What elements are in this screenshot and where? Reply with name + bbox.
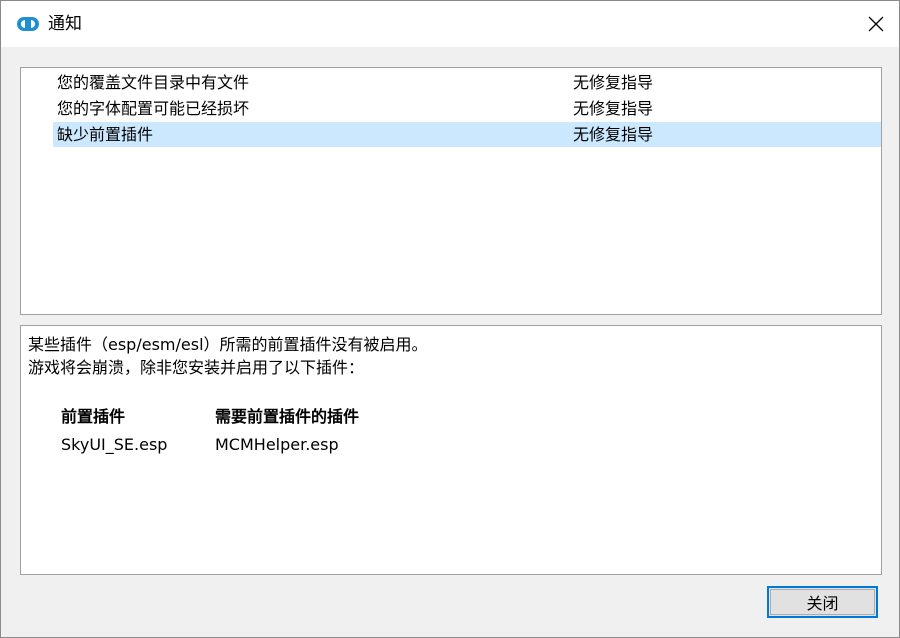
notification-message: 缺少前置插件 [57,125,154,144]
notification-fix: 无修复指导 [573,99,654,118]
notification-list[interactable]: 您的覆盖文件目录中有文件 无修复指导 您的字体配置可能已经损坏 无修复指导 缺少… [20,67,882,315]
notification-row[interactable]: 您的字体配置可能已经损坏 无修复指导 [53,96,881,121]
detail-line-1: 某些插件（esp/esm/esl）所需的前置插件没有被启用。 [28,335,428,354]
table-header-master: 前置插件 [61,407,126,426]
window-close-button[interactable] [853,1,899,47]
notification-message: 您的字体配置可能已经损坏 [57,99,250,118]
window-title: 通知 [48,14,82,34]
table-cell-dependent: MCMHelper.esp [215,435,339,454]
close-icon [868,16,884,32]
close-button-label: 关闭 [806,594,839,613]
notification-detail: 某些插件（esp/esm/esl）所需的前置插件没有被启用。 游戏将会崩溃，除非… [20,325,882,575]
close-button[interactable]: 关闭 [767,586,878,618]
detail-line-2: 游戏将会崩溃，除非您安装并启用了以下插件： [28,358,365,377]
notification-dialog: 通知 您的覆盖文件目录中有文件 无修复指导 您的字体配置可能已经损坏 无修复指导… [0,0,900,638]
notification-fix: 无修复指导 [573,125,654,144]
app-logo-icon [17,17,39,31]
title-bar[interactable]: 通知 [1,1,899,47]
notification-row[interactable]: 您的覆盖文件目录中有文件 无修复指导 [53,70,881,95]
notification-message: 您的覆盖文件目录中有文件 [57,73,250,92]
notification-row-selected[interactable]: 缺少前置插件 无修复指导 [53,122,881,147]
table-header-dependent: 需要前置插件的插件 [215,407,360,426]
table-cell-master: SkyUI_SE.esp [61,435,168,454]
notification-fix: 无修复指导 [573,73,654,92]
